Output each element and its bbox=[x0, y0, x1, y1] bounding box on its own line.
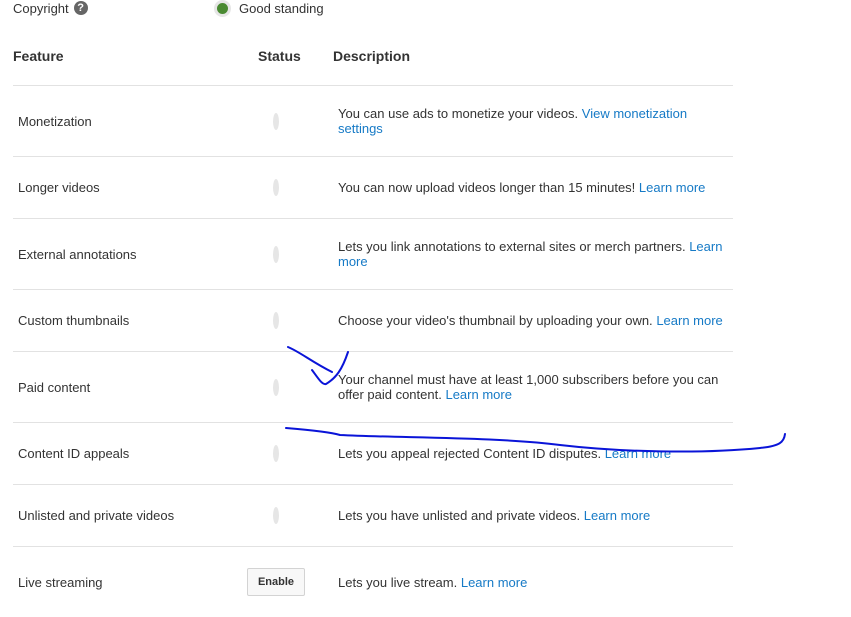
features-table: Monetization You can use ads to monetize… bbox=[13, 85, 733, 617]
feature-name: Custom thumbnails bbox=[18, 313, 130, 328]
description-text: Lets you have unlisted and private video… bbox=[338, 508, 581, 523]
feature-name: Live streaming bbox=[18, 574, 103, 590]
table-row: Live streaming Enable Lets you live stre… bbox=[13, 547, 733, 617]
feature-name: Paid content bbox=[18, 379, 91, 395]
table-row: Content ID appeals Lets you appeal rejec… bbox=[13, 423, 733, 485]
feature-description: Lets you link annotations to external si… bbox=[338, 239, 728, 269]
feature-name: External annotations bbox=[18, 246, 137, 262]
table-row: External annotations Lets you link annot… bbox=[13, 219, 733, 290]
description-text: Your channel must have at least 1,000 su… bbox=[338, 372, 719, 402]
feature-description: Your channel must have at least 1,000 su… bbox=[338, 372, 728, 402]
feature-description: Choose your video's thumbnail by uploadi… bbox=[338, 313, 728, 328]
table-row: Unlisted and private videos Lets you hav… bbox=[13, 485, 733, 547]
table-row: Longer videos You can now upload videos … bbox=[13, 157, 733, 219]
help-icon[interactable]: ? bbox=[73, 1, 88, 15]
feature-description: Lets you have unlisted and private video… bbox=[338, 508, 728, 523]
copyright-status: Good standing bbox=[214, 0, 324, 17]
status-dot-icon bbox=[273, 112, 279, 130]
standing-text: Good standing bbox=[239, 0, 324, 16]
feature-description: Lets you live stream. Learn more bbox=[338, 575, 728, 590]
feature-name: Longer videos bbox=[18, 180, 100, 195]
status-dot-icon bbox=[273, 312, 279, 329]
learn-more-link[interactable]: Learn more bbox=[584, 508, 650, 523]
status-dot-icon bbox=[273, 245, 279, 263]
feature-description: You can now upload videos longer than 15… bbox=[338, 180, 728, 195]
learn-more-link[interactable]: Learn more bbox=[639, 180, 705, 195]
table-row: Custom thumbnails Choose your video's th… bbox=[13, 290, 733, 352]
status-dot-icon bbox=[214, 0, 231, 17]
description-text: Choose your video's thumbnail by uploadi… bbox=[338, 313, 653, 328]
feature-description: You can use ads to monetize your videos.… bbox=[338, 106, 728, 136]
copyright-text: Copyright bbox=[13, 0, 69, 16]
feature-name: Monetization bbox=[18, 113, 92, 129]
description-text: You can use ads to monetize your videos. bbox=[338, 106, 579, 121]
header-status: Status bbox=[258, 48, 301, 64]
feature-name: Content ID appeals bbox=[18, 446, 130, 461]
header-description: Description bbox=[333, 48, 411, 64]
table-row: Monetization You can use ads to monetize… bbox=[13, 86, 733, 157]
header-feature: Feature bbox=[13, 48, 64, 64]
status-dot-icon bbox=[273, 378, 279, 396]
description-text: Lets you live stream. bbox=[338, 574, 458, 590]
status-dot-icon bbox=[273, 179, 279, 196]
learn-more-link[interactable]: Learn more bbox=[605, 446, 671, 461]
description-text: Lets you link annotations to external si… bbox=[338, 239, 686, 254]
feature-name: Unlisted and private videos bbox=[18, 508, 175, 523]
learn-more-link[interactable]: Learn more bbox=[656, 313, 722, 328]
enable-button[interactable]: Enable bbox=[246, 568, 306, 596]
feature-description: Lets you appeal rejected Content ID disp… bbox=[338, 446, 728, 461]
learn-more-link[interactable]: Learn more bbox=[445, 387, 511, 402]
table-row: Paid content Your channel must have at l… bbox=[13, 352, 733, 423]
description-text: Lets you appeal rejected Content ID disp… bbox=[338, 446, 602, 461]
status-dot-icon bbox=[273, 507, 279, 524]
copyright-label: Copyright ? bbox=[13, 0, 88, 16]
status-dot-icon bbox=[273, 445, 279, 462]
learn-more-link[interactable]: Learn more bbox=[461, 575, 527, 590]
description-text: You can now upload videos longer than 15… bbox=[338, 180, 636, 195]
